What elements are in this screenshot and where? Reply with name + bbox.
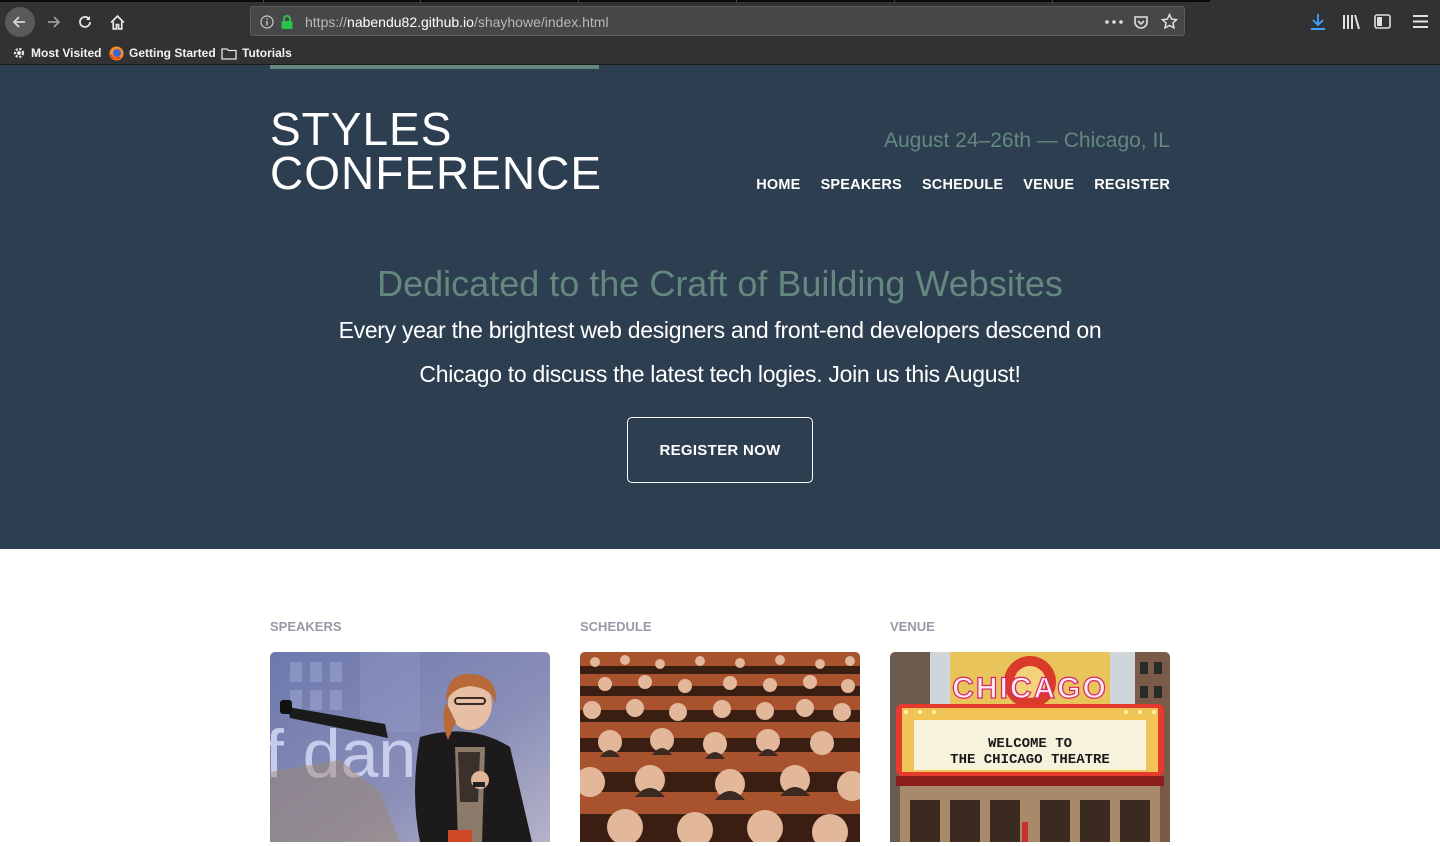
bookmark-most-visited[interactable]: Most Visited	[12, 44, 101, 62]
home-icon	[110, 14, 124, 30]
gear-icon	[13, 47, 25, 59]
event-tagline: August 24–26th — Chicago, IL	[883, 129, 1170, 152]
url-text[interactable]: https://nabendu82.github.io/shayhowe/ind…	[305, 14, 609, 30]
url-scheme: https://	[305, 14, 348, 30]
nav-register[interactable]: REGISTER	[1094, 177, 1170, 193]
bookmark-label: Tutorials	[242, 46, 292, 60]
more-actions-icon[interactable]	[1105, 20, 1123, 24]
reload-icon	[79, 16, 91, 28]
marquee-line-2: THE CHICAGO THEATRE	[950, 752, 1110, 768]
hamburger-menu-icon[interactable]	[1413, 15, 1428, 28]
audience-photo[interactable]	[580, 652, 860, 842]
nav-schedule[interactable]: SCHEDULE	[922, 177, 1003, 193]
teaser-heading[interactable]: SPEAKERS	[270, 619, 550, 634]
logo-accent-bar	[270, 65, 599, 69]
hero-title: Dedicated to the Craft of Building Websi…	[377, 263, 1063, 304]
pocket-icon[interactable]	[1133, 14, 1149, 30]
back-button[interactable]	[5, 7, 35, 37]
teaser-heading[interactable]: SCHEDULE	[580, 619, 860, 634]
browser-toolbar: https://nabendu82.github.io/shayhowe/ind…	[0, 0, 1440, 42]
url-path: /shayhowe/index.html	[473, 14, 609, 30]
browser-chrome: https://nabendu82.github.io/shayhowe/ind…	[0, 0, 1440, 65]
site-logo[interactable]: STYLES CONFERENCE	[270, 103, 603, 199]
venue-sign-name: CHICAGO	[952, 672, 1108, 705]
arrow-left-icon	[12, 16, 25, 28]
star-icon[interactable]	[1161, 13, 1178, 30]
firefox-icon	[109, 45, 124, 61]
arrow-right-icon	[48, 16, 61, 28]
home-button[interactable]	[102, 7, 132, 37]
hero-text: Every year the brightest web designers a…	[338, 317, 1102, 387]
logo-line-2: CONFERENCE	[270, 147, 603, 199]
bookmark-tutorials[interactable]: Tutorials	[221, 44, 292, 62]
marquee-line-1: WELCOME TO	[988, 736, 1072, 752]
teaser-heading[interactable]: VENUE	[890, 619, 1170, 634]
library-icon[interactable]	[1342, 14, 1360, 30]
bookmark-label: Getting Started	[129, 46, 216, 60]
teasers-section: SPEAKERS f dan e SCHEDULE VENUE CHICAGO …	[0, 549, 1440, 846]
teaser-venue: VENUE CHICAGO WELCOME TO THE CHICAGO THE…	[890, 619, 1170, 842]
bookmark-label: Most Visited	[31, 46, 102, 60]
bookmarks-toolbar: Most Visited Getting Started Tutorials	[0, 42, 1440, 64]
tab-strip	[0, 0, 1210, 2]
url-host: nabendu82.github.io	[347, 14, 474, 30]
hero-section: STYLES CONFERENCE August 24–26th — Chica…	[0, 65, 1440, 549]
folder-icon	[221, 47, 237, 60]
chicago-theatre-photo[interactable]: CHICAGO WELCOME TO THE CHICAGO THEATRE	[890, 652, 1170, 842]
info-icon[interactable]	[260, 15, 274, 29]
nav-venue[interactable]: VENUE	[1023, 177, 1074, 193]
nav-home[interactable]: HOME	[756, 177, 800, 193]
logo-line-1: STYLES	[270, 103, 453, 155]
reload-button[interactable]	[70, 7, 100, 37]
bookmark-getting-started[interactable]: Getting Started	[109, 44, 216, 62]
nav-speakers[interactable]: SPEAKERS	[821, 177, 902, 193]
register-now-button[interactable]: REGISTER NOW	[627, 417, 813, 483]
teaser-schedule: SCHEDULE	[580, 619, 860, 842]
lock-icon[interactable]	[280, 14, 294, 30]
url-bar[interactable]: https://nabendu82.github.io/shayhowe/ind…	[250, 6, 1185, 36]
download-icon[interactable]	[1310, 13, 1326, 31]
sidebar-icon[interactable]	[1374, 14, 1391, 29]
primary-nav: HOME SPEAKERS SCHEDULE VENUE REGISTER	[756, 177, 1170, 193]
speaker-photo[interactable]: f dan e	[270, 652, 550, 842]
forward-button[interactable]	[38, 7, 68, 37]
teaser-speakers: SPEAKERS f dan e	[270, 619, 550, 842]
